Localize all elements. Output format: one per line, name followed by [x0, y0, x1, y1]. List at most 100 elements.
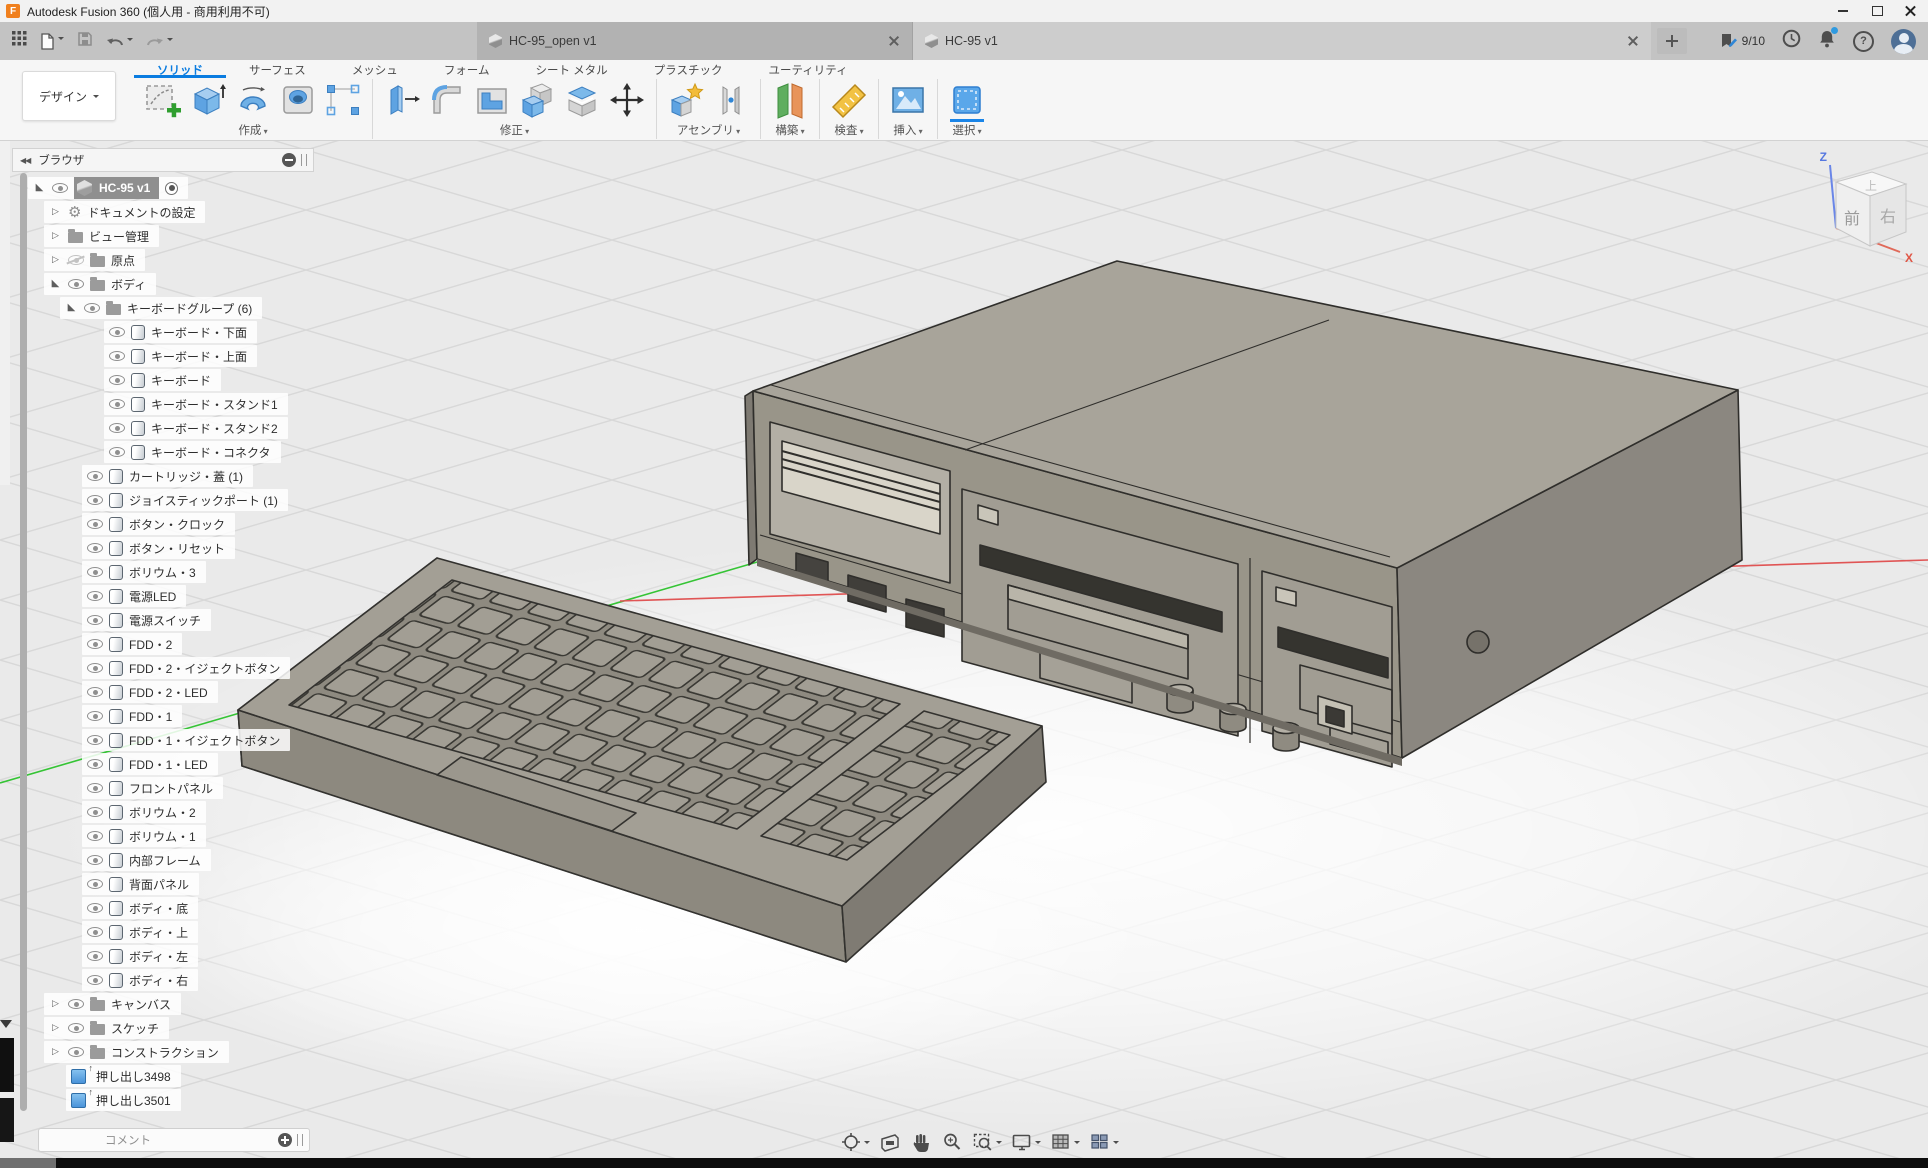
- press-pull-button[interactable]: [381, 79, 423, 121]
- expand-arrow-icon[interactable]: [49, 207, 62, 217]
- tree-row[interactable]: キャンバス: [44, 993, 181, 1015]
- visibility-eye-icon[interactable]: [87, 495, 103, 505]
- visibility-eye-icon[interactable]: [87, 903, 103, 913]
- tree-row[interactable]: ボディ・左: [82, 945, 198, 967]
- redo-button[interactable]: [146, 34, 173, 49]
- pattern-button[interactable]: [322, 79, 364, 121]
- ribbon-tab-plastic[interactable]: プラスチック: [631, 60, 746, 78]
- visibility-eye-icon[interactable]: [87, 783, 103, 793]
- expand-arrow-icon[interactable]: [33, 183, 46, 193]
- insert-button[interactable]: [887, 79, 929, 121]
- tree-row[interactable]: FDD・2・イジェクトボタン: [82, 657, 290, 679]
- revolve-button[interactable]: [232, 79, 274, 121]
- visibility-eye-icon[interactable]: [87, 711, 103, 721]
- look-at-button[interactable]: [879, 1131, 901, 1153]
- visibility-eye-icon[interactable]: [87, 471, 103, 481]
- tree-row[interactable]: キーボード・コネクタ: [104, 441, 281, 463]
- job-status-clock-icon[interactable]: [1782, 29, 1801, 53]
- user-avatar[interactable]: [1891, 29, 1916, 54]
- file-menu-button[interactable]: [40, 33, 64, 50]
- save-button[interactable]: [77, 31, 93, 52]
- tree-row[interactable]: ボタン・クロック: [82, 513, 235, 535]
- tree-row[interactable]: ボディ・上: [82, 921, 198, 943]
- expand-arrow-icon[interactable]: [49, 279, 62, 289]
- visibility-eye-icon[interactable]: [87, 543, 103, 553]
- joint-button[interactable]: [710, 79, 752, 121]
- expand-arrow-icon[interactable]: [49, 1023, 62, 1033]
- new-component-button[interactable]: [665, 79, 707, 121]
- visibility-eye-icon[interactable]: [87, 591, 103, 601]
- visibility-eye-icon[interactable]: [87, 975, 103, 985]
- visibility-eye-icon[interactable]: [87, 615, 103, 625]
- expand-arrow-icon[interactable]: [49, 1047, 62, 1057]
- tree-row[interactable]: ビュー管理: [44, 225, 159, 247]
- remove-panel-icon[interactable]: [282, 153, 296, 167]
- tree-row[interactable]: ボディ・右: [82, 969, 198, 991]
- fillet-button[interactable]: [426, 79, 468, 121]
- visibility-eye-icon[interactable]: [87, 807, 103, 817]
- visibility-eye-icon[interactable]: [87, 855, 103, 865]
- tree-row[interactable]: FDD・1・LED: [82, 753, 218, 775]
- workspace-selector[interactable]: デザイン: [22, 71, 116, 121]
- visibility-eye-icon[interactable]: [68, 255, 84, 265]
- visibility-eye-icon[interactable]: [109, 327, 125, 337]
- display-settings-button[interactable]: [1011, 1131, 1041, 1153]
- zoom-window-button[interactable]: [972, 1131, 1002, 1153]
- visibility-eye-icon[interactable]: [109, 423, 125, 433]
- tree-row[interactable]: FDD・1・イジェクトボタン: [82, 729, 290, 751]
- tree-row[interactable]: スケッチ: [44, 1017, 169, 1039]
- visibility-eye-icon[interactable]: [87, 639, 103, 649]
- hole-button[interactable]: [277, 79, 319, 121]
- expand-arrow-icon[interactable]: [49, 999, 62, 1009]
- tree-row[interactable]: ボリウム・1: [82, 825, 206, 847]
- ribbon-tab-mesh[interactable]: メッシュ: [329, 60, 421, 78]
- visibility-eye-icon[interactable]: [87, 735, 103, 745]
- tree-row[interactable]: 内部フレーム: [82, 849, 211, 871]
- visibility-eye-icon[interactable]: [87, 567, 103, 577]
- visibility-eye-icon[interactable]: [87, 879, 103, 889]
- orbit-button[interactable]: [840, 1131, 870, 1153]
- group-label-construct[interactable]: 構築: [769, 121, 811, 140]
- notifications-bell-icon[interactable]: [1818, 29, 1836, 53]
- tree-row[interactable]: ボディ: [44, 273, 156, 295]
- tree-row[interactable]: キーボード: [104, 369, 221, 391]
- tree-row[interactable]: FDD・2: [82, 633, 182, 655]
- tree-row[interactable]: 電源スイッチ: [82, 609, 211, 631]
- tree-row[interactable]: FDD・1: [82, 705, 182, 727]
- maximize-button[interactable]: [1860, 0, 1894, 22]
- visibility-eye-icon[interactable]: [87, 687, 103, 697]
- collapse-panel-icon[interactable]: [13, 156, 38, 165]
- expand-arrow-icon[interactable]: [49, 255, 62, 265]
- panel-drag-grip[interactable]: [301, 154, 307, 166]
- zoom-button[interactable]: [941, 1131, 963, 1153]
- expand-arrow-icon[interactable]: [49, 231, 62, 241]
- tree-row[interactable]: キーボードグループ (6): [60, 297, 262, 319]
- tree-row[interactable]: カートリッジ・蓋 (1): [82, 465, 253, 487]
- visibility-eye-icon[interactable]: [68, 1047, 84, 1057]
- group-label-modify[interactable]: 修正: [381, 121, 648, 140]
- tree-row[interactable]: キーボード・上面: [104, 345, 257, 367]
- viewports-button[interactable]: [1089, 1131, 1119, 1153]
- tree-row-root[interactable]: HC-95 v1: [28, 177, 188, 199]
- tree-row[interactable]: キーボード・スタンド2: [104, 417, 288, 439]
- visibility-eye-icon[interactable]: [68, 999, 84, 1009]
- visibility-eye-icon[interactable]: [87, 519, 103, 529]
- tab-close-icon[interactable]: [888, 35, 900, 47]
- grid-settings-button[interactable]: [1050, 1131, 1080, 1153]
- group-label-select[interactable]: 選択: [946, 121, 988, 140]
- visibility-eye-icon[interactable]: [87, 831, 103, 841]
- tree-row[interactable]: ボディ・底: [82, 897, 198, 919]
- document-tab-hc95-open[interactable]: HC-95_open v1: [477, 22, 913, 60]
- select-button[interactable]: [946, 79, 988, 121]
- expand-arrow-icon[interactable]: [65, 303, 78, 313]
- visibility-eye-icon[interactable]: [87, 663, 103, 673]
- tree-row[interactable]: ジョイスティックポート (1): [82, 489, 288, 511]
- tree-row[interactable]: 電源LED: [82, 585, 186, 607]
- help-icon[interactable]: [1853, 31, 1874, 52]
- visibility-eye-icon[interactable]: [109, 351, 125, 361]
- group-label-assemble[interactable]: アセンブリ: [665, 121, 752, 140]
- visibility-eye-icon[interactable]: [84, 303, 100, 313]
- group-label-insert[interactable]: 挿入: [887, 121, 929, 140]
- tree-row[interactable]: キーボード・下面: [104, 321, 257, 343]
- tree-row[interactable]: ボリウム・3: [82, 561, 206, 583]
